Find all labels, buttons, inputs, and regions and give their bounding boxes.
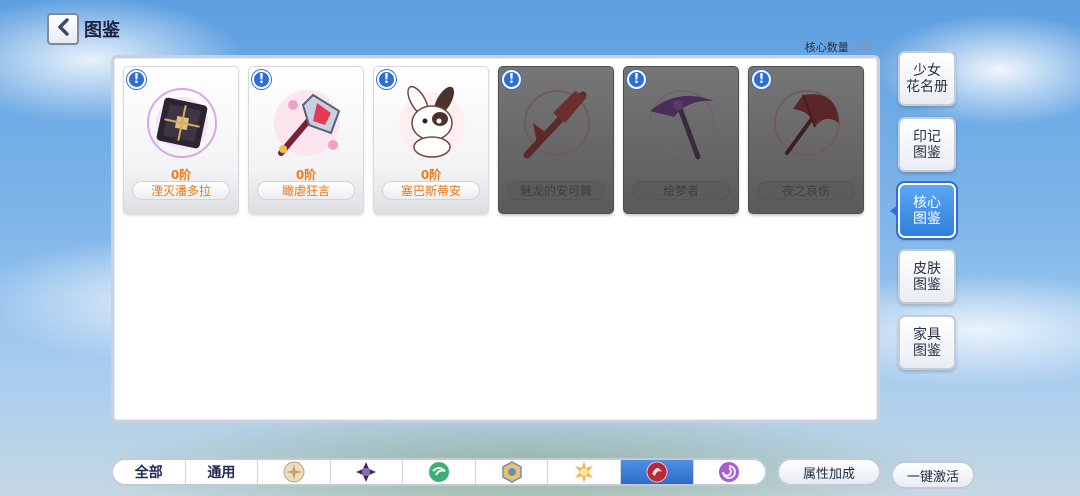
filter-fire[interactable] <box>548 460 621 484</box>
tab-core-collection[interactable]: 核心 图鉴 <box>890 183 956 238</box>
filter-wind[interactable] <box>403 460 476 484</box>
collection-panel: ! 0阶 湮灭潘多拉 ! 0阶 瞰虐狂言 ! 0阶 塞巴斯蒂安 ! 魅龙的安可舞… <box>111 55 880 423</box>
core-card-list: ! 0阶 湮灭潘多拉 ! 0阶 瞰虐狂言 ! 0阶 塞巴斯蒂安 ! 魅龙的安可舞… <box>123 66 864 214</box>
earth-element-icon <box>501 461 522 483</box>
core-card-locked[interactable]: ! 魅龙的安可舞 <box>498 66 614 214</box>
dragon-blade-art <box>523 90 590 159</box>
tab-furniture-collection[interactable]: 家具 图鉴 <box>898 315 956 370</box>
filter-earth[interactable] <box>476 460 549 484</box>
core-card[interactable]: ! 0阶 瞰虐狂言 <box>248 66 364 214</box>
core-card-locked[interactable]: ! 绘梦者 <box>623 66 739 214</box>
dark-element-icon <box>356 462 377 482</box>
page-title: 图鉴 <box>84 20 120 41</box>
card-name: 湮灭潘多拉 <box>132 181 230 200</box>
dream-scythe-art <box>649 90 715 160</box>
tab-label-line1: 印记 <box>913 128 941 145</box>
tab-label-line2: 图鉴 <box>913 276 941 293</box>
tab-label-line1: 核心 <box>913 194 941 211</box>
card-name: 夜之哀伤 <box>757 181 855 200</box>
filter-light[interactable] <box>258 460 331 484</box>
core-card[interactable]: ! 0阶 湮灭潘多拉 <box>123 66 239 214</box>
tab-label-line1: 皮肤 <box>913 260 941 277</box>
tab-label-line2: 图鉴 <box>913 210 941 227</box>
tab-skin-collection[interactable]: 皮肤 图鉴 <box>898 249 956 304</box>
tab-girl-roster[interactable]: 少女 花名册 <box>898 51 956 106</box>
blood-element-icon <box>646 461 668 483</box>
tab-mark-collection[interactable]: 印记 图鉴 <box>898 117 956 172</box>
core-count-label: 核心数量 <box>804 41 849 54</box>
fire-element-icon <box>575 461 594 483</box>
tab-label-line2: 图鉴 <box>913 144 941 161</box>
card-name: 魅龙的安可舞 <box>507 181 605 200</box>
tab-label-line2: 图鉴 <box>913 342 941 359</box>
spiked-scepter-art <box>274 90 341 156</box>
chevron-left-icon <box>56 17 70 41</box>
tab-label-line2: 花名册 <box>906 78 948 95</box>
core-count: 核心数量 3/6 <box>805 39 870 55</box>
pandora-box-art <box>147 88 217 158</box>
core-card-locked[interactable]: ! 夜之哀伤 <box>748 66 864 214</box>
card-name: 塞巴斯蒂安 <box>382 181 480 200</box>
wind-element-icon <box>429 462 450 482</box>
attribute-bonus-button[interactable]: 属性加成 <box>777 458 881 486</box>
core-count-value: 3/6 <box>852 41 870 54</box>
tab-label-line1: 少女 <box>913 62 941 79</box>
filter-blood[interactable] <box>620 460 694 484</box>
arcane-element-icon <box>719 462 740 482</box>
filter-all[interactable]: 全部 <box>113 460 186 484</box>
filter-arcane[interactable] <box>694 460 766 484</box>
active-indicator-arrow-icon <box>890 204 898 217</box>
tab-label-line1: 家具 <box>913 326 941 343</box>
back-button[interactable] <box>47 13 79 45</box>
night-umbrella-art <box>774 90 840 156</box>
element-filter-bar: 全部 通用 <box>111 458 767 486</box>
light-element-icon <box>283 461 305 483</box>
rabbit-plush-art <box>399 85 465 158</box>
one-click-activate-button[interactable]: 一键激活 <box>891 461 975 489</box>
filter-common[interactable]: 通用 <box>186 460 259 484</box>
card-name: 绘梦者 <box>632 181 730 200</box>
filter-dark[interactable] <box>331 460 404 484</box>
core-card[interactable]: ! 0阶 塞巴斯蒂安 <box>373 66 489 214</box>
card-name: 瞰虐狂言 <box>257 181 355 200</box>
